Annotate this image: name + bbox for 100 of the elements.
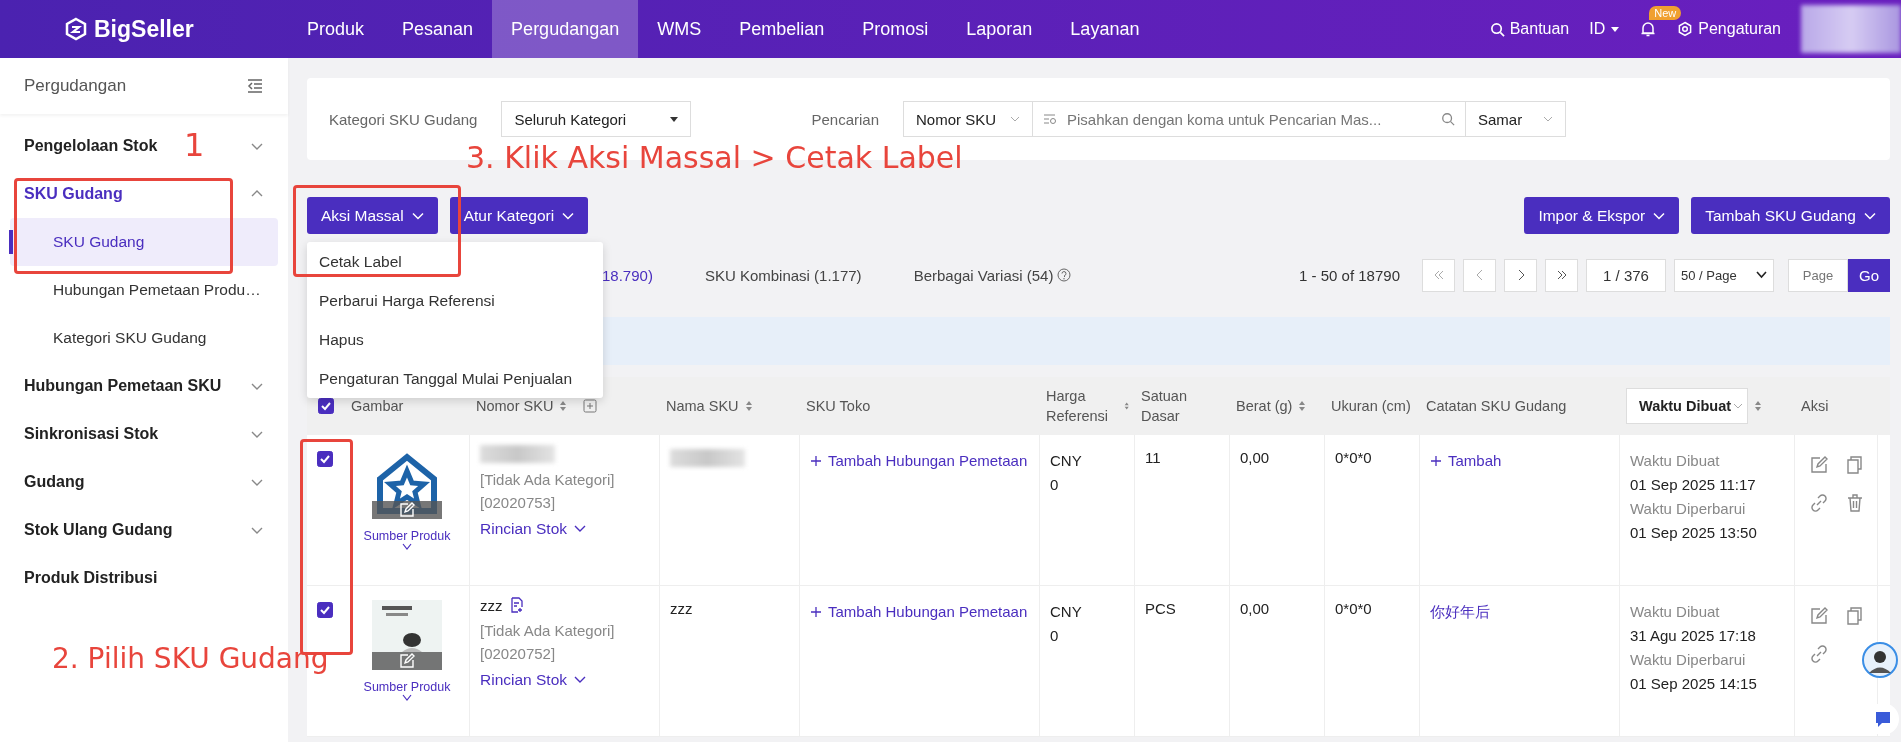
bell-icon[interactable] xyxy=(1639,20,1658,38)
sort-icon[interactable] xyxy=(744,400,753,412)
sidebar-group[interactable]: Produk Distribusi xyxy=(24,569,158,587)
nav-tab[interactable]: Laporan xyxy=(947,0,1052,58)
menu-item[interactable]: Pengaturan Tanggal Mulai Penjualan xyxy=(307,359,603,398)
unit: 11 xyxy=(1145,449,1161,466)
page-size-select[interactable]: 50 / Page xyxy=(1674,258,1774,292)
sidebar-title: Pergudangan xyxy=(24,76,127,96)
filter-tab[interactable]: 18.790) xyxy=(602,266,653,284)
chevron-icon xyxy=(1864,211,1876,220)
sidebar-group[interactable]: SKU Gudang xyxy=(24,185,123,203)
nav-tab[interactable]: Pergudangan xyxy=(492,0,639,58)
column-header: Aksi xyxy=(1801,398,1829,414)
column-header: Nama SKU xyxy=(666,398,739,414)
chevron-icon[interactable] xyxy=(402,694,412,702)
row-checkbox[interactable] xyxy=(317,602,333,618)
sidebar-group[interactable]: Gudang xyxy=(24,473,85,491)
nav-tab[interactable]: Layanan xyxy=(1051,0,1159,58)
step-annotation: 3. Klik Aksi Massal > Cetak Label xyxy=(466,140,963,175)
row-checkbox[interactable] xyxy=(317,451,333,467)
column-header: Gambar xyxy=(351,398,404,414)
stock-detail-link[interactable]: Rincian Stok xyxy=(480,517,649,542)
chevron-icon[interactable] xyxy=(402,543,412,551)
toolbar-button[interactable]: Atur Kategori xyxy=(449,197,589,234)
sidebar-item[interactable]: Hubungan Pemetaan Produ… xyxy=(10,266,278,314)
plus-icon xyxy=(810,606,822,618)
nav-tab[interactable]: Pesanan xyxy=(383,0,493,58)
category-select[interactable]: Seluruh Kategori xyxy=(501,101,692,137)
sku-category: [Tidak Ada Kategori] xyxy=(480,622,616,639)
copy-icon[interactable] xyxy=(1845,455,1865,475)
updated-label: Waktu Diperbarui xyxy=(1630,499,1747,519)
sidebar-group[interactable]: Pengelolaan Stok xyxy=(24,137,158,155)
search-icon[interactable] xyxy=(1441,112,1455,126)
sidebar-item[interactable]: Kategori SKU Gudang xyxy=(10,314,278,362)
sort-icon[interactable] xyxy=(1298,400,1307,412)
updated-time: 01 Sep 2025 13:50 xyxy=(1630,523,1758,543)
column-header: Satuan Dasar xyxy=(1141,386,1188,426)
menu-item[interactable]: Perbarui Harga Referensi xyxy=(307,281,603,320)
select-all-checkbox[interactable] xyxy=(318,398,334,414)
size: 0*0*0 xyxy=(1335,449,1372,466)
chevron-icon xyxy=(1733,401,1744,411)
edit-icon[interactable] xyxy=(1809,455,1829,475)
updated-time: 01 Sep 2025 14:15 xyxy=(1630,674,1758,694)
step-annotation: 1 xyxy=(184,126,205,164)
weight: 0,00 xyxy=(1240,600,1270,617)
search-type-select[interactable]: Nomor SKU xyxy=(903,101,1033,137)
sort-icon[interactable] xyxy=(559,400,568,412)
chevron-icon xyxy=(562,211,575,220)
sidebar-group[interactable]: Sinkronisasi Stok xyxy=(24,425,159,443)
nav-tab[interactable]: Pembelian xyxy=(720,0,844,58)
link-icon[interactable] xyxy=(1809,493,1829,513)
nav-tab[interactable]: WMS xyxy=(638,0,721,58)
sort-field-select[interactable]: Waktu Dibuat xyxy=(1626,388,1749,424)
toolbar-button[interactable]: Tambah SKU Gudang xyxy=(1691,197,1890,234)
column-header: Nomor SKU xyxy=(476,398,554,414)
expand-all-icon[interactable] xyxy=(583,399,598,413)
add-mapping-link[interactable]: Tambah Hubungan Pemetaan xyxy=(810,603,1028,620)
brand-name: BigSeller xyxy=(94,15,194,43)
edit-icon[interactable] xyxy=(399,502,415,518)
filter-tab[interactable]: SKU Kombinasi (1.177) xyxy=(704,266,862,284)
menu-item[interactable]: Hapus xyxy=(307,320,603,359)
menu-item[interactable]: Cetak Label xyxy=(307,242,603,281)
help-link[interactable]: Bantuan xyxy=(1489,20,1570,38)
copy-add-icon[interactable] xyxy=(508,597,525,613)
copy-icon[interactable] xyxy=(1845,606,1865,626)
language-select[interactable]: ID xyxy=(1589,20,1620,38)
price: 0 xyxy=(1050,475,1060,495)
double-chevron-icon xyxy=(1432,269,1445,281)
page-indicator[interactable]: 1 / 376 xyxy=(1586,258,1666,292)
go-button[interactable]: Go xyxy=(1848,258,1890,292)
stock-detail-link[interactable]: Rincian Stok xyxy=(480,668,649,693)
chevron-icon xyxy=(1010,114,1020,124)
add-note-link[interactable]: Tambah xyxy=(1430,452,1502,469)
sort-icon[interactable] xyxy=(1754,400,1763,412)
nav-tab[interactable]: Produk xyxy=(288,0,384,58)
created-time: 01 Sep 2025 11:17 xyxy=(1630,475,1757,495)
collapse-icon[interactable] xyxy=(246,78,264,94)
add-mapping-link[interactable]: Tambah Hubungan Pemetaan xyxy=(810,452,1028,469)
delete-icon[interactable] xyxy=(1845,493,1865,513)
page-input[interactable]: Page xyxy=(1788,258,1848,292)
chevron-icon xyxy=(1756,271,1767,279)
link-icon[interactable] xyxy=(1809,644,1829,664)
sort-icon[interactable] xyxy=(1123,400,1129,412)
filter-tab[interactable]: Berbagai Variasi (54) xyxy=(913,266,1054,284)
toolbar-button[interactable]: Impor & Ekspor xyxy=(1524,197,1680,234)
filter-label: Pencarian xyxy=(811,110,879,128)
match-mode-select[interactable]: Samar xyxy=(1466,101,1566,137)
support-avatar-icon[interactable] xyxy=(1862,642,1898,678)
sidebar-item[interactable]: SKU Gudang xyxy=(10,218,278,266)
settings-link[interactable]: Pengaturan xyxy=(1677,20,1781,38)
sku-code: [02020753] xyxy=(480,494,557,511)
sidebar-group[interactable]: Stok Ulang Gudang xyxy=(24,521,173,539)
product-source-link[interactable]: Sumber Produk xyxy=(363,529,451,543)
search-field[interactable]: Pisahkan dengan koma untuk Pencarian Mas... xyxy=(1033,101,1466,137)
product-source-link[interactable]: Sumber Produk xyxy=(363,680,451,694)
sidebar-group[interactable]: Hubungan Pemetaan SKU xyxy=(24,377,222,395)
nav-tab[interactable]: Promosi xyxy=(843,0,948,58)
edit-icon[interactable] xyxy=(1809,606,1829,626)
toolbar-button[interactable]: Aksi Massal xyxy=(307,197,438,234)
edit-icon[interactable] xyxy=(399,653,415,669)
